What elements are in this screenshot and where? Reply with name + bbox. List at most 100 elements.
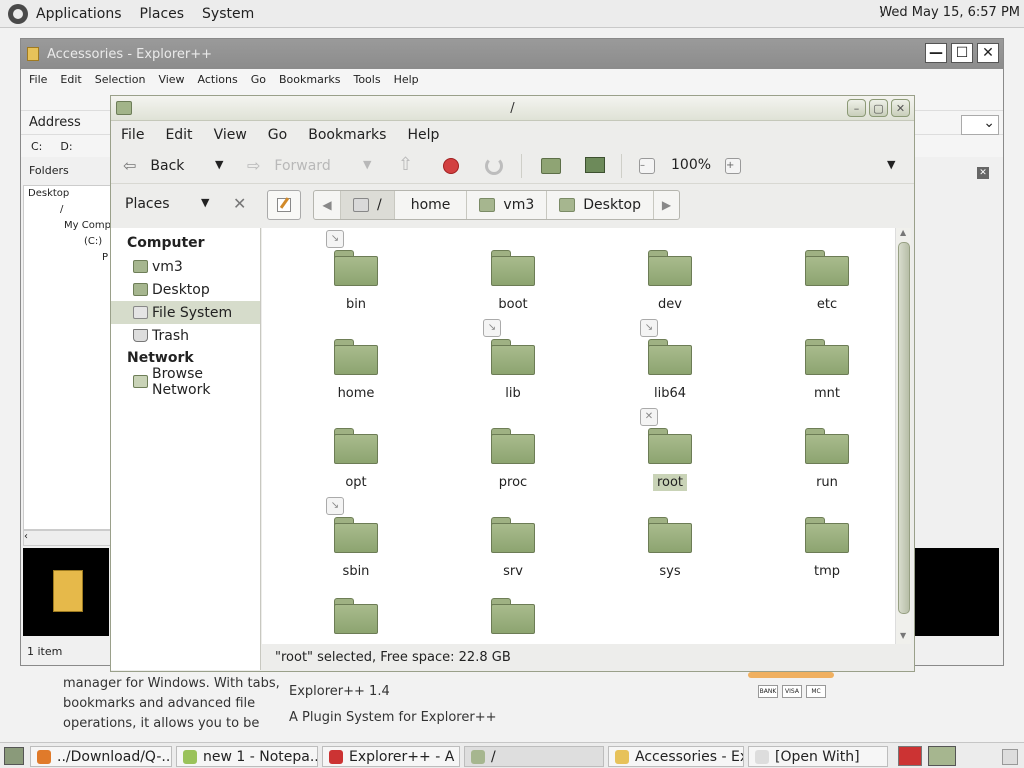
tree-item[interactable]: /	[24, 202, 110, 218]
taskbar-button[interactable]: /	[464, 746, 604, 767]
breadcrumb-home[interactable]: home	[393, 191, 467, 219]
maximize-button[interactable]: ▢	[869, 99, 888, 117]
explorer-folder-tree[interactable]: Desktop / My Comp (C:) P	[23, 185, 111, 530]
close-button[interactable]: ✕	[891, 99, 910, 117]
explorer-menu-tools[interactable]: Tools	[353, 73, 380, 86]
file-item[interactable]: boot	[453, 250, 573, 313]
close-button[interactable]: ✕	[977, 43, 999, 63]
scroll-up-icon[interactable]: ▲	[900, 228, 906, 237]
address-dropdown[interactable]	[961, 115, 999, 135]
drive-c-button[interactable]: C:	[31, 140, 42, 153]
file-item[interactable]: srv	[453, 517, 573, 580]
toolbar-overflow-dropdown[interactable]: ▼	[887, 158, 895, 171]
up-arrow-icon[interactable]: ⇧	[398, 154, 413, 175]
file-item[interactable]: tmp	[767, 517, 887, 580]
donate-button[interactable]	[748, 672, 834, 678]
panel-menu-system[interactable]: System	[202, 6, 254, 22]
breadcrumb-vm3[interactable]: vm3	[466, 191, 546, 219]
explorer-menu-file[interactable]: File	[29, 73, 47, 86]
menu-view[interactable]: View	[214, 127, 247, 143]
explorer-menu-go[interactable]: Go	[251, 73, 266, 86]
menu-file[interactable]: File	[121, 127, 144, 143]
zoom-in-icon[interactable]: +	[725, 158, 741, 174]
close-sidebar-icon[interactable]: ✕	[233, 194, 246, 213]
minimize-button[interactable]: —	[925, 43, 947, 63]
file-item[interactable]: ↘ lib64	[610, 319, 730, 402]
forward-history-dropdown[interactable]: ▼	[363, 158, 371, 171]
file-item[interactable]: ✕ root	[610, 408, 730, 491]
file-item[interactable]: sys	[610, 517, 730, 580]
back-history-dropdown[interactable]: ▼	[215, 158, 223, 171]
tree-item[interactable]: P	[24, 250, 110, 266]
sidebar-item-desktop[interactable]: Desktop	[111, 278, 260, 301]
explorer-menu-actions[interactable]: Actions	[198, 73, 238, 86]
sidebar-item-vm3[interactable]: vm3	[111, 255, 260, 278]
panel-menu-places[interactable]: Places	[140, 6, 185, 22]
computer-icon[interactable]	[585, 157, 605, 173]
reload-icon[interactable]	[485, 157, 503, 175]
home-icon[interactable]	[541, 158, 561, 174]
maximize-button[interactable]: ☐	[951, 43, 973, 63]
workspace-switcher-icon[interactable]	[928, 746, 956, 766]
zoom-out-icon[interactable]: –	[639, 158, 655, 174]
file-item[interactable]	[296, 598, 416, 634]
explorer-menu-selection[interactable]: Selection	[95, 73, 146, 86]
tray-app-icon[interactable]	[898, 746, 922, 766]
sidebar-item-browse-network[interactable]: Browse Network	[111, 366, 260, 398]
tree-item[interactable]: (C:)	[24, 234, 110, 250]
bg-page-link-plugin[interactable]: A Plugin System for Explorer++	[289, 710, 496, 725]
explorer-titlebar[interactable]: Accessories - Explorer++	[21, 39, 1003, 69]
menu-go[interactable]: Go	[268, 127, 287, 143]
panel-menu-applications[interactable]: Applications	[36, 6, 122, 22]
breadcrumb-right-arrow-icon[interactable]: ▶	[653, 191, 679, 219]
file-item[interactable]: etc	[767, 250, 887, 313]
explorer-menu-bookmarks[interactable]: Bookmarks	[279, 73, 340, 86]
distro-logo-icon[interactable]	[8, 3, 28, 24]
places-dropdown-icon[interactable]: ▼	[201, 196, 209, 209]
scrollbar-thumb[interactable]	[898, 242, 910, 614]
taskbar-button[interactable]: ../Download/Q-...	[30, 746, 172, 767]
file-item[interactable]: run	[767, 428, 887, 491]
explorer-menu-view[interactable]: View	[158, 73, 184, 86]
file-item[interactable]	[453, 598, 573, 634]
menu-help[interactable]: Help	[407, 127, 439, 143]
sidebar-item-trash[interactable]: Trash	[111, 324, 260, 347]
trash-applet-icon[interactable]	[1002, 749, 1018, 765]
minimize-button[interactable]: –	[847, 99, 866, 117]
menu-edit[interactable]: Edit	[165, 127, 192, 143]
menu-bookmarks[interactable]: Bookmarks	[308, 127, 386, 143]
file-item[interactable]: dev	[610, 250, 730, 313]
tree-item[interactable]: Desktop	[24, 186, 110, 202]
taskbar-button[interactable]: Accessories - Ex...	[608, 746, 744, 767]
breadcrumb-desktop[interactable]: Desktop	[546, 191, 653, 219]
file-manager-titlebar[interactable]: / – ▢ ✕	[111, 96, 914, 121]
breadcrumb-root[interactable]: /	[340, 191, 394, 219]
file-item[interactable]: ↘ sbin	[296, 497, 416, 580]
show-desktop-icon[interactable]	[4, 747, 24, 765]
scroll-down-icon[interactable]: ▼	[900, 631, 906, 640]
file-item[interactable]: ↘ lib	[453, 319, 573, 402]
explorer-menu-help[interactable]: Help	[394, 73, 419, 86]
tree-horizontal-scrollbar[interactable]: ‹	[23, 530, 111, 546]
places-selector[interactable]: Places	[125, 196, 170, 212]
file-item[interactable]: mnt	[767, 339, 887, 402]
close-pane-icon[interactable]: ✕	[977, 167, 989, 179]
forward-button[interactable]: ⇨ Forward	[247, 156, 331, 175]
file-item[interactable]: home	[296, 339, 416, 402]
sidebar-item-file-system[interactable]: File System	[111, 301, 260, 324]
explorer-menu-edit[interactable]: Edit	[60, 73, 81, 86]
bg-page-link-version[interactable]: Explorer++ 1.4	[289, 684, 390, 699]
file-item[interactable]: opt	[296, 428, 416, 491]
panel-clock[interactable]: Wed May 15, 6:57 PM	[879, 5, 1020, 20]
back-button[interactable]: ⇦ Back	[123, 156, 184, 175]
icon-view[interactable]: ↘ bin boot dev etc home ↘ lib ↘ lib64 mnt opt proc ✕ r…	[262, 228, 895, 644]
breadcrumb-left-arrow-icon[interactable]: ◀	[314, 191, 340, 219]
taskbar-button[interactable]: new 1 - Notepa...	[176, 746, 318, 767]
taskbar-button[interactable]: [Open With]	[748, 746, 888, 767]
drive-d-button[interactable]: D:	[60, 140, 72, 153]
file-item[interactable]: proc	[453, 428, 573, 491]
edit-location-button[interactable]	[267, 190, 301, 220]
stop-icon[interactable]	[443, 158, 459, 174]
tree-item[interactable]: My Comp	[24, 218, 110, 234]
taskbar-button[interactable]: Explorer++ - A s...	[322, 746, 460, 767]
